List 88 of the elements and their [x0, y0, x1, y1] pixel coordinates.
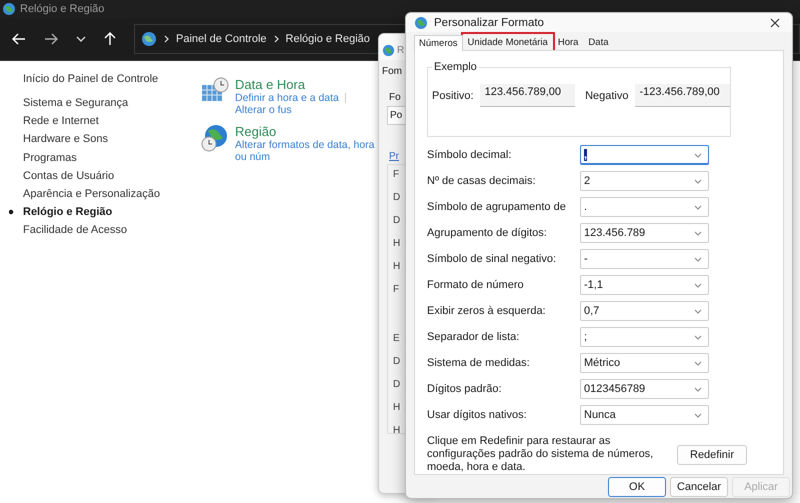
sidebar-item[interactable]: Programas	[9, 148, 77, 167]
field-label: D	[393, 192, 402, 203]
dropdown[interactable]: .	[580, 197, 709, 218]
field-label: Usar dígitos nativos:	[426, 409, 528, 422]
dropdown[interactable]: Métrico	[580, 353, 709, 374]
dialog-button[interactable]: Cancelar	[670, 476, 728, 497]
globe-icon	[2, 2, 16, 16]
chevron-down-icon	[694, 412, 702, 418]
readonly-field: 123.456.789,00	[480, 84, 576, 108]
info-text: Clique em Redefinir para restaurar as configurações padrão do sistema de números, moeda, hora e data.	[427, 435, 654, 474]
category-link[interactable]: Alterar o fus	[235, 104, 292, 116]
field-label: Fo	[389, 92, 401, 103]
dropdown[interactable]: -1,1	[580, 275, 709, 296]
calendar-clock-icon[interactable]	[201, 77, 229, 103]
breadcrumb-item[interactable]: Painel de Controle	[176, 33, 267, 45]
sidebar-item[interactable]: Rede e Internet	[9, 112, 99, 130]
category-link[interactable]: Definir a hora e a data	[235, 92, 339, 104]
dropdown[interactable]: 0,7	[580, 301, 709, 322]
chevron-down-icon	[694, 178, 702, 184]
sidebar-item[interactable]: Aparência e Personalização	[9, 185, 160, 204]
dropdown[interactable]: 123.456.789	[580, 223, 709, 244]
chevron-down-icon[interactable]	[76, 36, 86, 42]
forward-arrow-icon[interactable]	[44, 33, 58, 45]
chevron-down-icon	[694, 360, 702, 366]
group-legend: Exemplo	[432, 61, 479, 74]
dropdown[interactable]: -	[580, 249, 709, 270]
chevron-down-icon	[694, 386, 702, 392]
chevron-down-icon	[694, 308, 702, 314]
tab[interactable]: Números	[414, 35, 463, 52]
field-label: D	[393, 215, 402, 226]
field-label: Dígitos padrão:	[426, 383, 503, 396]
field-label: D	[393, 379, 402, 390]
link[interactable]: Pr	[389, 151, 399, 162]
field-label: Exibir zeros à esquerda:	[426, 305, 547, 318]
dropdown[interactable]: 2	[580, 171, 709, 192]
dialog-title: Personalizar Formato	[434, 16, 544, 29]
field-label: F	[393, 169, 400, 180]
tab[interactable]: Data	[583, 34, 614, 50]
breadcrumb-item[interactable]: Relógio e Região	[286, 33, 370, 45]
field-label: Negativo	[585, 90, 628, 102]
dropdown[interactable]: Nunca	[580, 405, 709, 426]
field-label: Positivo:	[432, 90, 474, 102]
field-label: H	[393, 402, 402, 413]
field-label: H	[393, 425, 402, 436]
chevron-down-icon	[694, 230, 702, 236]
dialog-button[interactable]: OK	[608, 476, 666, 497]
dropdown[interactable]: 0123456789	[580, 379, 709, 400]
sidebar-link[interactable]: Início do Painel de Controle	[23, 73, 201, 85]
field-label: Símbolo de sinal negativo:	[426, 253, 558, 266]
window-title: R	[397, 44, 404, 56]
globe-icon	[414, 16, 428, 30]
field-label: H	[393, 238, 402, 249]
field-label: D	[393, 356, 402, 367]
close-icon[interactable]	[770, 18, 780, 28]
field-label: Símbolo decimal:	[426, 149, 512, 162]
sidebar-item[interactable]: Hardware e Sons	[9, 130, 108, 149]
reset-button[interactable]: Redefinir	[677, 444, 748, 465]
field-label: Agrupamento de dígitos:	[426, 227, 548, 240]
field-label: H	[393, 261, 402, 272]
sidebar-item[interactable]: Facilidade de Acesso	[9, 221, 127, 240]
chevron-down-icon	[694, 204, 702, 210]
sidebar-item[interactable]: Sistema e Segurança	[9, 94, 128, 112]
dropdown[interactable]: ;	[580, 327, 709, 348]
dropdown[interactable]: ,	[580, 145, 709, 166]
chevron-down-icon	[694, 334, 702, 340]
tab[interactable]: Hora	[552, 34, 584, 50]
readonly-field: -123.456.789,00	[634, 84, 730, 108]
field-label: E	[393, 333, 401, 344]
back-arrow-icon[interactable]	[12, 33, 26, 45]
field-label: Nº de casas decimais:	[426, 175, 537, 188]
sidebar-item[interactable]: Contas de Usuário	[9, 166, 114, 186]
globe-icon	[382, 44, 395, 56]
tab[interactable]: Fom	[382, 66, 402, 77]
field-label: Símbolo de agrupamento de	[426, 201, 567, 214]
tab[interactable]: Unidade Monetária	[462, 34, 553, 50]
globe-icon	[141, 31, 157, 47]
field-label: F	[393, 284, 400, 295]
chevron-down-icon	[694, 256, 702, 262]
field-label: Separador de lista:	[426, 331, 520, 344]
chevron-down-icon	[694, 282, 702, 288]
window-title: Relógio e Região	[20, 3, 104, 15]
up-arrow-icon[interactable]	[104, 32, 116, 46]
chevron-right-icon	[274, 35, 279, 43]
globe-clock-icon[interactable]	[201, 124, 229, 152]
field-label: Sistema de medidas:	[426, 357, 531, 370]
chevron-down-icon	[694, 152, 702, 158]
field-label: Formato de número	[426, 279, 525, 292]
chevron-right-icon	[164, 35, 169, 43]
